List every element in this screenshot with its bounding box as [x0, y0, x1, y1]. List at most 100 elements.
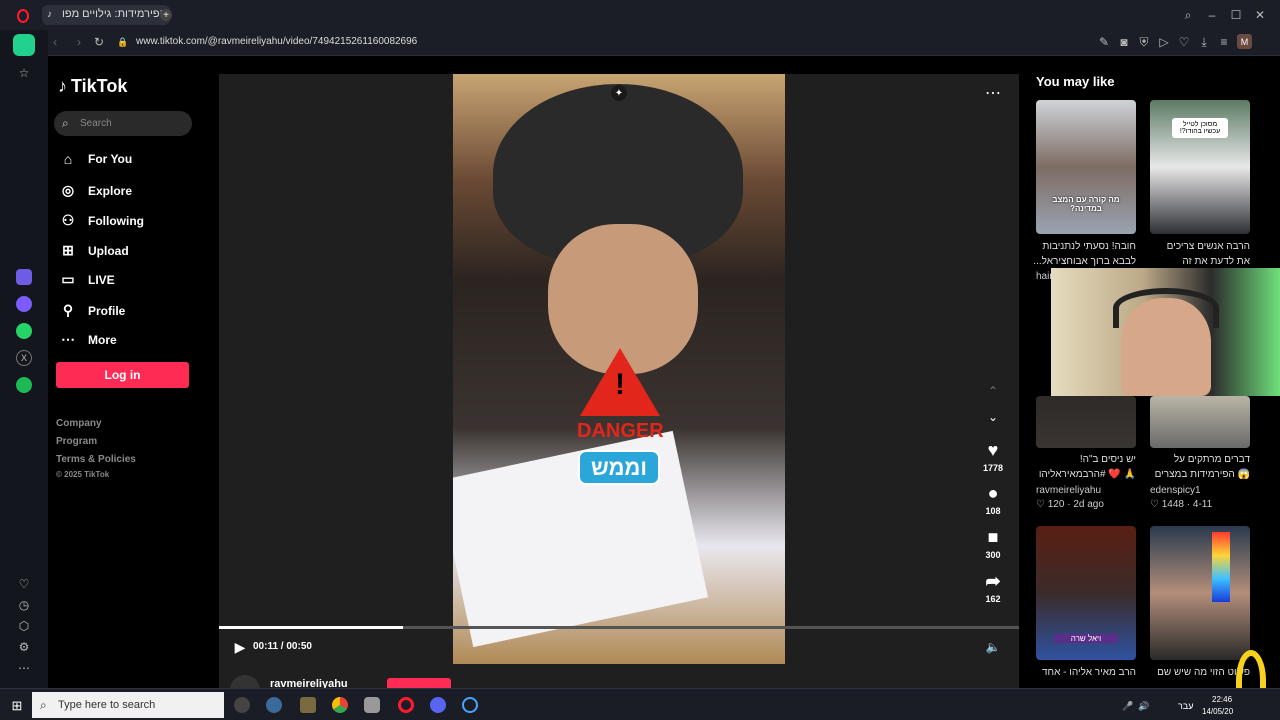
screenshot-icon[interactable]: ✎ — [1098, 35, 1110, 49]
settings-icon[interactable]: ⚙ — [16, 639, 32, 655]
heart-icon[interactable]: ♡ — [1178, 35, 1190, 49]
rec-author-4[interactable]: edenspicy1 — [1150, 485, 1201, 496]
more-sidebar-icon[interactable]: ⋯ — [16, 660, 32, 676]
star-icon[interactable]: ☆ — [16, 65, 32, 81]
windows-start-icon[interactable]: ⊞ — [10, 698, 24, 713]
whatsapp-icon[interactable] — [16, 323, 32, 339]
close-icon[interactable]: ✕ — [1253, 8, 1267, 22]
sparkle-icon[interactable]: ✦ — [611, 85, 627, 101]
forward-icon[interactable]: › — [72, 35, 86, 49]
clock-date[interactable]: 14/05/20 — [1202, 707, 1233, 716]
chrome-icon[interactable] — [332, 697, 348, 713]
maximize-icon[interactable]: ☐ — [1229, 8, 1243, 22]
scroll-up-icon[interactable]: ⌃ — [986, 384, 1000, 398]
task-view-icon[interactable] — [234, 697, 250, 713]
rec-thumb-5[interactable]: ויאל שרה — [1036, 526, 1136, 660]
footer-copyright: © 2025 TikTok — [56, 470, 110, 479]
progress-fill — [219, 626, 403, 629]
rec-caption-1b[interactable]: לבבא ברוך אבוחציראל... — [1031, 255, 1136, 269]
footer-company[interactable]: Company — [56, 418, 102, 429]
mic-icon[interactable]: 🎤 — [1122, 700, 1133, 712]
volume-icon[interactable]: 🔈 — [985, 639, 1001, 655]
nav-explore[interactable]: ◎ Explore — [60, 182, 132, 199]
rec-thumb-3[interactable] — [1036, 396, 1136, 448]
rec-caption-3[interactable]: יש ניסים ב"ה! — [1031, 453, 1136, 467]
rec-caption-2[interactable]: הרבה אנשים צריכים — [1145, 240, 1250, 254]
share-action[interactable]: ➦ 162 — [978, 571, 1008, 604]
shield-app-icon[interactable] — [364, 697, 380, 713]
rec-caption-4[interactable]: דברים מרתקים על — [1145, 453, 1250, 467]
extensions-icon[interactable]: ⬡ — [16, 618, 32, 634]
rec-thumb-4[interactable] — [1150, 396, 1250, 448]
comment-action[interactable]: ● 108 — [978, 483, 1008, 516]
profile-avatar[interactable]: M — [1237, 34, 1252, 49]
history-icon[interactable]: ◷ — [16, 597, 32, 613]
discord-icon[interactable] — [430, 697, 446, 713]
browser-tab[interactable]: ♪ סוד הפירמידות: גילויים מפו — [42, 5, 170, 25]
more-options-icon[interactable]: ⋯ — [985, 85, 1001, 102]
messenger-icon[interactable] — [16, 296, 32, 312]
rec-caption-5[interactable]: הרב מאיר אליהו - אחד — [1031, 666, 1136, 680]
cursor-app-icon[interactable] — [462, 697, 478, 713]
rec-caption-6[interactable]: פשוט הזוי מה שיש שם — [1145, 666, 1250, 680]
app-icon[interactable] — [300, 697, 316, 713]
heart-sidebar-icon[interactable]: ♡ — [16, 576, 32, 592]
footer-terms[interactable]: Terms & Policies — [56, 454, 136, 465]
minimize-icon[interactable]: – — [1205, 8, 1219, 22]
home-sidebar-icon[interactable] — [13, 34, 35, 56]
play-button[interactable]: ▶ — [232, 639, 248, 655]
rec-author-3[interactable]: ravmeireliyahu — [1036, 485, 1101, 496]
search-tabs-icon[interactable]: ⌕ — [1181, 8, 1195, 22]
rec-caption-4b[interactable]: 😱 הפירמידות במצרים — [1145, 468, 1250, 482]
steam-icon[interactable] — [266, 697, 282, 713]
nav-profile[interactable]: ⚲ Profile — [60, 302, 125, 319]
tiktok-logo[interactable]: ♪ TikTok — [58, 76, 127, 97]
back-icon[interactable]: ‹ — [48, 35, 62, 49]
nav-more[interactable]: ⋯ More — [60, 331, 117, 348]
url-field[interactable]: www.tiktok.com/@ravmeireliyahu/video/749… — [136, 36, 417, 47]
lock-icon: 🔒 — [117, 36, 129, 47]
opera-taskbar-icon[interactable] — [398, 697, 414, 713]
download-icon[interactable]: ⤓ — [1198, 35, 1210, 49]
speaker-icon[interactable]: 🔊 — [1138, 700, 1149, 712]
pip-webcam-overlay[interactable] — [1051, 268, 1280, 396]
separator: · — [1067, 499, 1071, 510]
rec-thumb-1[interactable]: מה קורה עם המצב במדינה? — [1036, 100, 1136, 234]
nav-for-you[interactable]: ⌂ For You — [60, 151, 132, 167]
danger-overlay-text: DANGER — [577, 420, 664, 442]
menu-icon[interactable]: ≡ — [1218, 35, 1230, 49]
nav-upload[interactable]: ⊞ Upload — [60, 242, 129, 259]
reload-icon[interactable]: ↻ — [92, 35, 106, 49]
bookmark-action[interactable]: ■ 300 — [978, 527, 1008, 560]
warning-inner-icon: ! — [615, 368, 625, 401]
search-input[interactable]: ⌕ Search — [54, 111, 192, 136]
camera-icon[interactable]: ◙ — [1118, 35, 1130, 49]
opera-logo-icon[interactable] — [17, 9, 29, 23]
you-may-like-title: You may like — [1036, 74, 1115, 89]
shield-icon[interactable]: ⛨ — [1138, 35, 1150, 49]
taskbar-search-input[interactable]: ⌕ Type here to search — [32, 692, 224, 718]
rec-thumb-2[interactable]: מסוכן לטייל עכשיו בהודו?! — [1150, 100, 1250, 234]
language-indicator[interactable]: עבר — [1178, 701, 1193, 711]
nav-live[interactable]: ▭ LIVE — [60, 271, 114, 288]
aria-icon[interactable] — [16, 269, 32, 285]
play-icon[interactable]: ▷ — [1158, 35, 1170, 49]
scroll-down-icon[interactable]: ⌄ — [986, 410, 1000, 424]
nav-following[interactable]: ⚇ Following — [60, 212, 144, 229]
rec-thumb-6[interactable] — [1150, 526, 1250, 660]
like-action[interactable]: ♥ 1778 — [978, 440, 1008, 473]
spotify-icon[interactable] — [16, 377, 32, 393]
clock-time[interactable]: 22:46 — [1212, 695, 1232, 704]
rec-caption-1[interactable]: חובה! נסעתי לנתניבות — [1031, 240, 1137, 254]
login-button[interactable]: Log in — [56, 362, 189, 388]
x-icon[interactable]: X — [16, 350, 32, 366]
follow-button[interactable] — [387, 678, 451, 688]
progress-bar[interactable] — [219, 626, 1019, 629]
rec-caption-2b[interactable]: את לדעת את זה — [1145, 255, 1250, 269]
home-icon: ⌂ — [63, 151, 73, 167]
rec-thumb-1-text: מה קורה עם המצב במדינה? — [1052, 195, 1120, 213]
footer-program[interactable]: Program — [56, 436, 97, 447]
more-icon: ⋯ — [61, 331, 75, 347]
rec-caption-3b[interactable]: 🙏 ❤️ #הרבמאיראליהו — [1031, 468, 1136, 482]
new-tab-icon[interactable]: + — [160, 9, 172, 21]
